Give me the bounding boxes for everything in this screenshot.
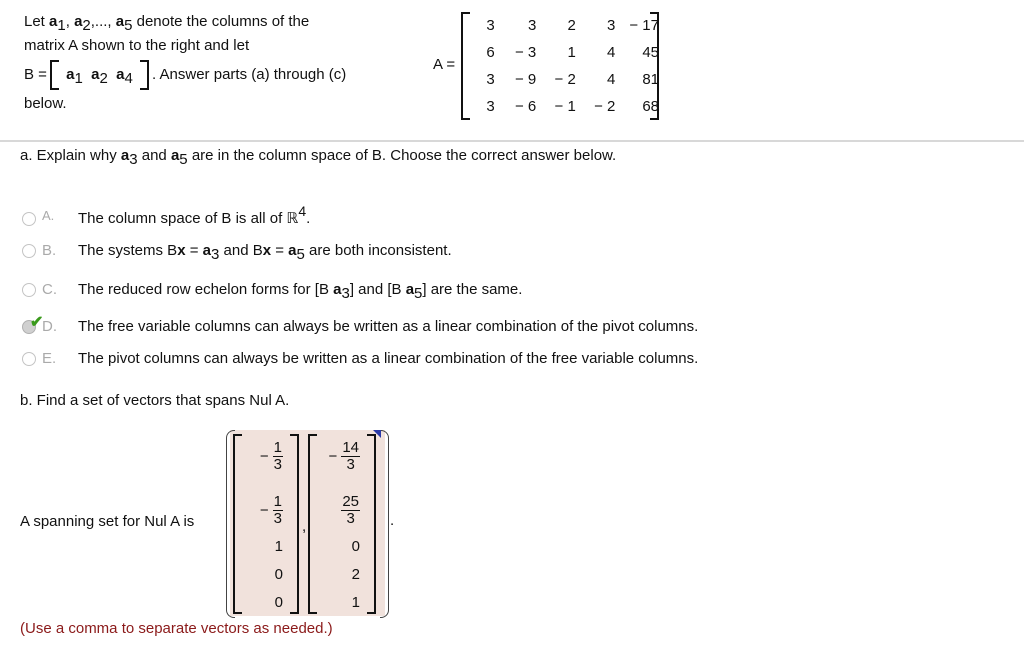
vector-right-bracket (290, 434, 299, 614)
numerator: 14 (341, 439, 360, 457)
fraction: 14 3 (341, 440, 360, 473)
intro-line-3: B = a1 a2 a4 . Answer parts (a) through … (24, 58, 424, 92)
vector-entry[interactable]: 0 (275, 594, 283, 611)
fraction: 13 (272, 439, 283, 473)
null-space-vector-1[interactable]: −1 3−1 3 1 0 0 (233, 434, 299, 614)
option-b[interactable]: B. The systems Bx = a3 and Bx = a5 are bo… (22, 240, 452, 262)
vector-separator-comma: , (302, 518, 307, 535)
option-e[interactable]: E. The pivot columns can always be writte… (22, 348, 698, 370)
right-bracket (140, 60, 150, 91)
matrix-a-label: A = (433, 56, 456, 73)
matrix-cell: 1 (567, 44, 576, 61)
intro-line-1: Let a1, a2,..., a5 denote the columns of… (24, 13, 310, 34)
matrix-cell: − 2 (594, 98, 616, 115)
right-brace (380, 430, 389, 618)
matrix-row: 3 3 2 3− 17 (471, 12, 659, 39)
numerator: 25 (341, 493, 360, 511)
matrix-cell: 3 (486, 17, 495, 34)
spanning-set-label: A spanning set for Nul A is (20, 513, 195, 530)
correct-checkmark-icon: ✔ (30, 314, 44, 331)
matrix-cell: − 2 (554, 71, 576, 88)
vector-entry[interactable]: 1 (352, 594, 360, 611)
option-c[interactable]: C. The reduced row echelon forms for [B a… (22, 279, 522, 301)
problem-intro: Let a1, a2,..., a5 denote the columns of… (24, 10, 424, 116)
vector-entry[interactable]: 0 (275, 566, 283, 583)
matrix-cell: − 3 (515, 44, 537, 61)
matrix-cell: 3 (527, 17, 537, 34)
matrix-row: 6− 3 1 4 45 (471, 39, 659, 66)
matrix-cell: − 1 (554, 98, 576, 115)
matrix-cell: 3 (486, 98, 495, 115)
vector-entry[interactable]: 25 3 (341, 494, 360, 527)
vector-left-bracket (233, 434, 242, 614)
vector-entry[interactable]: −1 3 (260, 494, 283, 527)
numerator: 1 (272, 439, 283, 457)
matrix-a: 3 3 2 3− 17 6− 3 1 4 45 3− 9− 2 4 81 3− 6− 1− 2 68 (461, 12, 659, 120)
option-d[interactable]: ✔ D. The free variable columns can always … (22, 314, 698, 338)
matrix-cell: − 9 (515, 71, 537, 88)
null-space-vector-2[interactable]: −14 3 25 3 0 2 1 (308, 434, 376, 614)
denominator: 3 (273, 456, 282, 473)
matrix-row: 3− 6− 1− 2 68 (471, 93, 659, 120)
vector-left-bracket (308, 434, 317, 614)
vector-entry[interactable]: 2 (352, 566, 360, 583)
minus-sign: − (259, 502, 269, 519)
matrix-cell: 6 (486, 44, 495, 61)
radio-button[interactable] (22, 244, 36, 259)
radio-button[interactable] (22, 212, 36, 227)
minus-sign: − (259, 448, 269, 465)
vector-entry[interactable]: 1 (275, 538, 283, 555)
denominator: 3 (346, 456, 355, 473)
radio-button[interactable] (22, 283, 36, 298)
intro-line-2: matrix A shown to the right and let (24, 37, 250, 54)
section-divider (0, 140, 1024, 142)
option-a[interactable]: A. The column space of B is all of ℝ4. (22, 204, 310, 227)
fraction: 13 (272, 493, 283, 527)
vector-right-bracket (367, 434, 376, 614)
denominator: 3 (273, 510, 282, 527)
matrix-cell: − 6 (515, 98, 537, 115)
vector-entry[interactable]: 0 (352, 538, 360, 555)
minus-sign: − (328, 448, 338, 465)
input-hint: (Use a comma to separate vectors as need… (20, 620, 333, 637)
matrix-left-bracket (461, 12, 470, 120)
left-bracket (49, 60, 59, 91)
matrix-row: 3− 9− 2 4 81 (471, 66, 659, 93)
fraction: 25 3 (341, 494, 360, 527)
radio-button[interactable] (22, 352, 36, 367)
matrix-cell: 3 (607, 17, 616, 34)
part-b-prompt: b. Find a set of vectors that spans Nul … (20, 392, 290, 409)
part-a-prompt: a. Explain why a3 and a5 are in the colu… (20, 147, 617, 168)
intro-line-4: below. (24, 95, 67, 112)
vector-entry[interactable]: −1 3 (260, 440, 283, 473)
numerator: 1 (272, 493, 283, 511)
matrix-cell: 4 (607, 44, 616, 61)
matrix-cell: 2 (567, 17, 576, 34)
denominator: 3 (346, 510, 355, 527)
matrix-cell: 4 (607, 71, 616, 88)
vector-entry[interactable]: −14 3 (329, 440, 360, 473)
matrix-right-bracket (650, 12, 659, 120)
matrix-a-table: 3 3 2 3− 17 6− 3 1 4 45 3− 9− 2 4 81 3− 6− 1− 2 68 (471, 12, 659, 120)
matrix-cell: 3 (486, 71, 495, 88)
sentence-period: . (390, 512, 395, 529)
